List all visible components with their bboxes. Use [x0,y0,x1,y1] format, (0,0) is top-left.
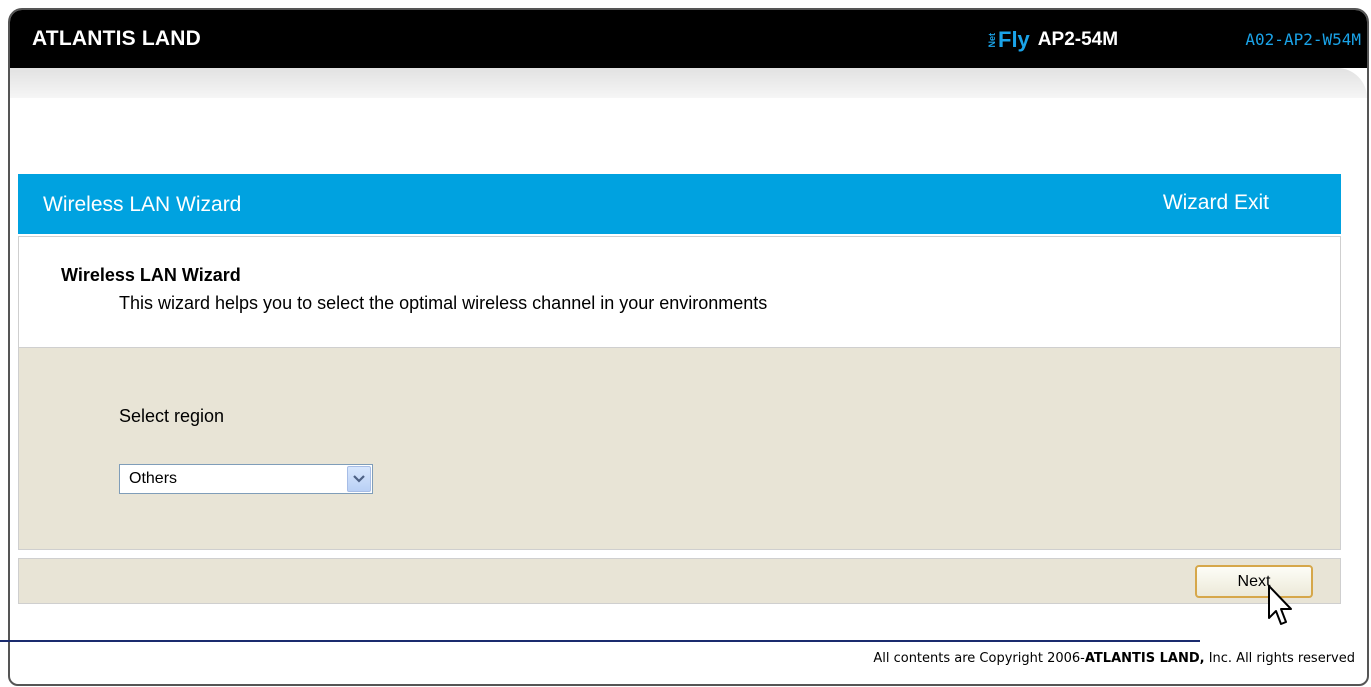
header-curve [10,68,1367,98]
wizard-intro: Wireless LAN Wizard This wizard helps yo… [18,236,1341,348]
netfly-logo-net: Net [987,32,997,48]
netfly-logo-fly: Fly [998,27,1030,52]
copyright-notice: All contents are Copyright 2006-ATLANTIS… [873,651,1355,666]
region-panel: Select region Others [18,348,1341,550]
intro-description: This wizard helps you to select the opti… [119,293,768,313]
mouse-pointer-icon [1268,585,1292,625]
intro-title: Wireless LAN Wizard [61,265,241,285]
copyright-company: ATLANTIS LAND, [1084,651,1205,666]
wizard-title: Wireless LAN Wizard [43,193,242,216]
top-bar: ATLANTIS LAND Net Fly AP2-54M A02-AP2-W5… [10,10,1367,68]
footer-rule [0,640,1200,642]
product-model: AP2-54M [1037,29,1119,50]
netfly-logo: Net Fly [987,27,1030,53]
region-select-value: Others [129,470,178,487]
region-select[interactable]: Others [119,464,373,494]
wizard-header: Wireless LAN Wizard Wizard Exit [18,174,1341,234]
copyright-prefix: All contents are Copyright 2006- [873,651,1085,666]
region-label: Select region [119,406,225,426]
product-identity: Net Fly AP2-54M [987,27,1119,53]
wizard-footer-bar: Next [18,558,1341,604]
product-code: A02-AP2-W54M [1245,30,1361,49]
brand-name: ATLANTIS LAND [32,27,202,50]
copyright-suffix: Inc. All rights reserved [1204,651,1355,666]
wizard-exit-link[interactable]: Wizard Exit [1163,191,1269,215]
chevron-down-icon[interactable] [347,466,371,492]
